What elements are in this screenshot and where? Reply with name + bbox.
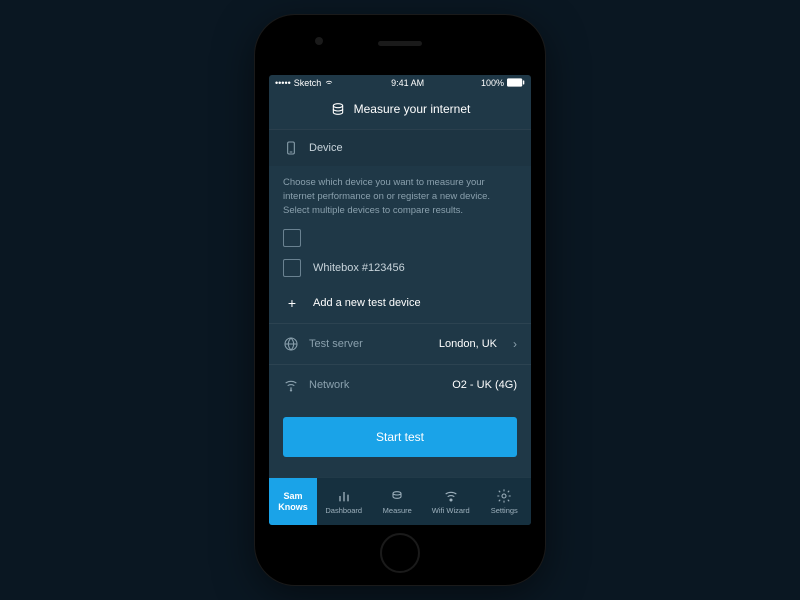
measure-icon [330, 101, 346, 117]
test-server-row[interactable]: Test server London, UK › [269, 323, 531, 364]
add-device-button[interactable]: + Add a new test device [269, 283, 531, 323]
status-right: 100% [481, 78, 525, 89]
start-test-label: Start test [376, 430, 424, 444]
network-label: Network [309, 379, 442, 391]
network-row: Network O2 - UK (4G) [269, 364, 531, 405]
battery-icon [507, 78, 525, 89]
tab-label: Measure [383, 506, 412, 515]
wifi-icon [283, 377, 299, 393]
status-left: ••••• Sketch [275, 77, 334, 89]
gear-icon [495, 488, 513, 504]
checkbox-icon[interactable] [283, 259, 301, 277]
tab-label: Wifi Wizard [432, 506, 470, 515]
globe-icon [283, 336, 299, 352]
tab-label: Settings [491, 506, 518, 515]
device-icon [283, 140, 299, 156]
plus-icon: + [283, 295, 301, 311]
tab-bar: Sam Knows Dashboard Measure Wifi Wizard [269, 477, 531, 525]
test-server-value: London, UK [439, 338, 497, 350]
page-title: Measure your internet [354, 102, 471, 116]
device-option-0[interactable] [269, 223, 531, 253]
home-button[interactable] [380, 533, 420, 573]
start-test-button[interactable]: Start test [283, 417, 517, 457]
tab-brand[interactable]: Sam Knows [269, 478, 317, 525]
clock: 9:41 AM [391, 78, 424, 88]
tab-settings[interactable]: Settings [478, 478, 532, 525]
page-header: Measure your internet [269, 91, 531, 129]
tab-dashboard[interactable]: Dashboard [317, 478, 371, 525]
brand-line1: Sam [283, 492, 302, 501]
device-section-header: Device [269, 129, 531, 166]
device-label: Device [309, 142, 343, 154]
spacer [269, 469, 531, 477]
checkbox-icon[interactable] [283, 229, 301, 247]
device-option-1[interactable]: Whitebox #123456 [269, 253, 531, 283]
signal-dots: ••••• [275, 78, 291, 88]
tab-label: Dashboard [325, 506, 362, 515]
chevron-right-icon: › [513, 337, 517, 351]
brand-line2: Knows [278, 503, 308, 512]
screen: ••••• Sketch 9:41 AM 100% Measure your i… [269, 75, 531, 525]
add-device-label: Add a new test device [313, 297, 421, 309]
wifi-icon [442, 488, 460, 504]
battery-pct: 100% [481, 78, 504, 88]
wifi-icon [324, 77, 334, 89]
tab-wifi-wizard[interactable]: Wifi Wizard [424, 478, 478, 525]
device-option-label: Whitebox #123456 [313, 262, 405, 274]
device-description: Choose which device you want to measure … [269, 166, 531, 223]
carrier: Sketch [294, 78, 322, 88]
network-value: O2 - UK (4G) [452, 379, 517, 391]
measure-icon [388, 488, 406, 504]
test-server-label: Test server [309, 338, 429, 350]
phone-frame: ••••• Sketch 9:41 AM 100% Measure your i… [255, 15, 545, 585]
status-bar: ••••• Sketch 9:41 AM 100% [269, 75, 531, 91]
bars-icon [335, 488, 353, 504]
tab-measure[interactable]: Measure [371, 478, 425, 525]
